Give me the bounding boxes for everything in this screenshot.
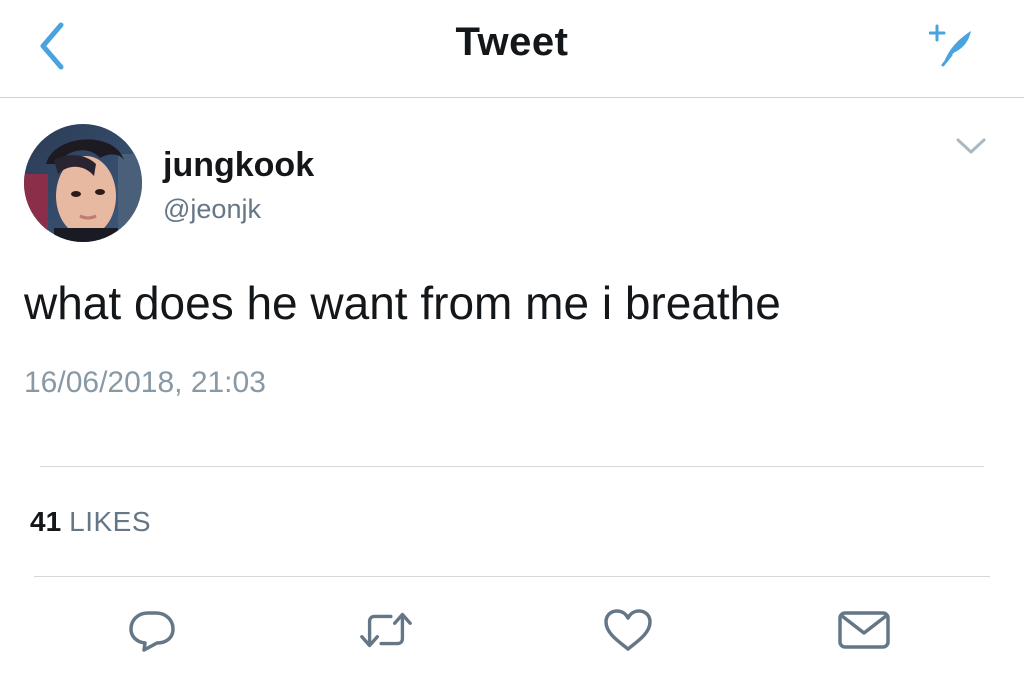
retweet-button[interactable] bbox=[358, 604, 414, 656]
reply-icon bbox=[129, 611, 175, 652]
navigation-bar: Tweet bbox=[0, 0, 1024, 98]
retweet-icon bbox=[360, 612, 412, 648]
share-envelope-icon bbox=[838, 611, 890, 649]
share-button[interactable] bbox=[836, 604, 892, 656]
tweet-text: what does he want from me i breathe bbox=[24, 277, 781, 329]
divider bbox=[34, 576, 990, 577]
compose-tweet-button[interactable] bbox=[922, 18, 984, 74]
heart-icon bbox=[604, 609, 652, 651]
likes-label: LIKES bbox=[69, 506, 152, 537]
likes-count: 41 bbox=[30, 506, 62, 537]
like-button[interactable] bbox=[600, 604, 656, 656]
page-title: Tweet bbox=[455, 20, 569, 64]
avatar[interactable] bbox=[24, 124, 142, 242]
tweet-options-button[interactable] bbox=[948, 126, 994, 166]
likes-stat[interactable]: 41 LIKES bbox=[30, 506, 151, 538]
profile-photo bbox=[24, 124, 142, 242]
chevron-down-icon bbox=[956, 138, 986, 154]
divider bbox=[40, 466, 984, 467]
author-handle[interactable]: @jeonjk bbox=[163, 194, 261, 225]
compose-tweet-icon bbox=[929, 24, 971, 67]
author-name[interactable]: jungkook bbox=[163, 146, 314, 185]
reply-button[interactable] bbox=[124, 604, 180, 656]
tweet-timestamp: 16/06/2018, 21:03 bbox=[24, 366, 266, 399]
